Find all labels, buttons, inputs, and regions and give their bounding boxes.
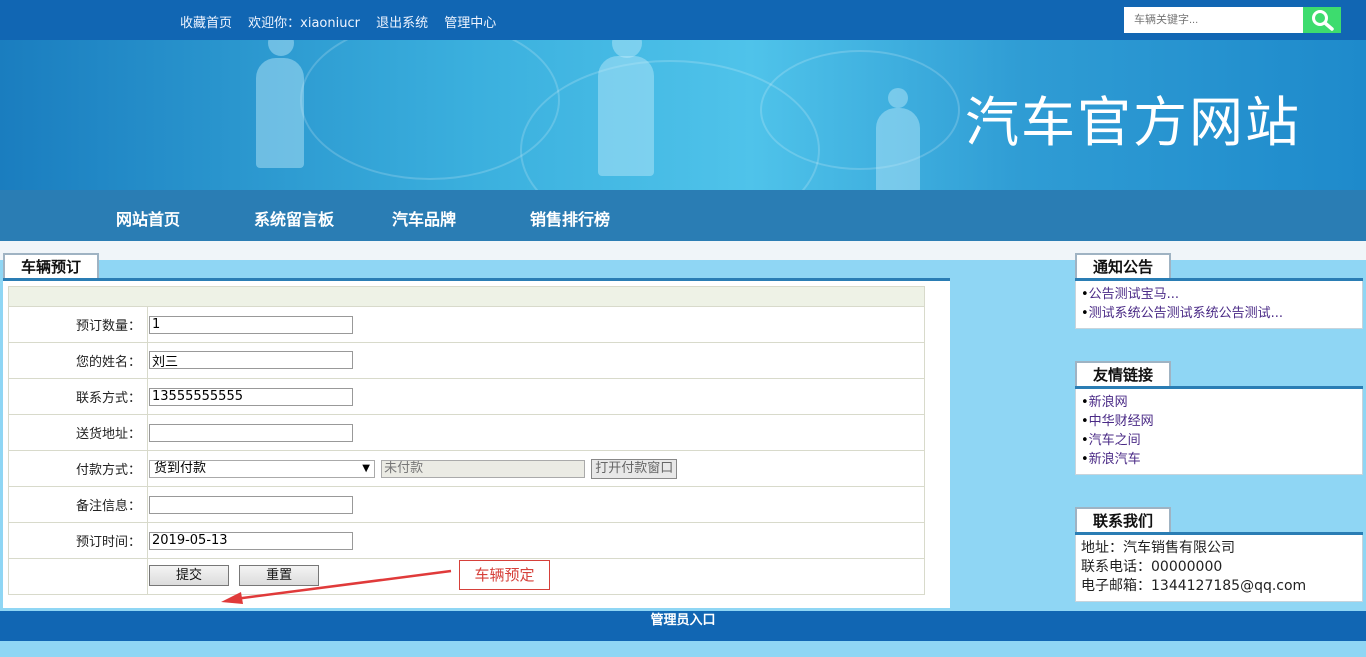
contact-address: 地址：汽车销售有限公司 [1081,540,1235,556]
contact-info: 地址：汽车销售有限公司 联系电话：00000000 电子邮箱：134412718… [1075,535,1363,602]
list-item: •公告测试宝马... [1081,287,1180,302]
nav-item-brands[interactable]: 汽车品牌 [392,206,456,230]
welcome-user-text: 欢迎你：xiaoniucr [248,16,360,31]
panel-title-underline [3,278,950,281]
nav-item-guestbook[interactable]: 系统留言板 [254,206,334,230]
bookmark-link[interactable]: 收藏首页 [180,16,232,31]
contact-email: 电子邮箱：1344127185@qq.com [1081,578,1307,594]
form-row-address: 送货地址： [8,414,925,451]
list-item: •测试系统公告测试系统公告测试... [1081,306,1284,321]
address-label: 送货地址： [8,414,148,451]
form-header-row [8,286,925,307]
contact-phone: 联系电话：00000000 [1081,559,1223,575]
friend-links-list: •新浪网 •中华财经网 •汽车之间 •新浪汽车 [1075,389,1363,475]
quantity-input[interactable] [149,315,353,334]
contact-label: 联系方式： [8,378,148,415]
banner-figure [268,40,294,56]
banner: 汽车官方网站 [0,40,1366,190]
banner-figure [598,56,654,176]
open-payment-window-button[interactable]: 打开付款窗口 [591,458,678,479]
friend-link[interactable]: 新浪网 [1089,395,1128,410]
payment-label: 付款方式： [8,450,148,487]
actions-empty-cell [8,558,148,595]
search-icon [1312,10,1334,31]
list-item: •新浪汽车 [1081,452,1141,467]
nav-item-sales-ranking[interactable]: 销售排行榜 [530,206,610,230]
remark-input[interactable] [149,495,353,514]
form-row-time: 预订时间： [8,522,925,559]
order-form: 预订数量： 您的姓名： 联系方式： 送货地址： 付款方式： 货到付款 ▼ 未付款… [8,286,925,595]
annotation-arrow-icon [221,569,452,604]
footer: 管理员入口 [0,611,1366,641]
banner-figure [888,88,908,108]
contact-input[interactable] [149,387,353,406]
list-item: •新浪网 [1081,395,1128,410]
logout-link[interactable]: 退出系统 [376,16,428,31]
payment-method-select[interactable]: 货到付款 ▼ [149,459,375,478]
admin-entry-link[interactable]: 管理员入口 [650,613,715,628]
friend-links-title: 友情链接 [1075,361,1171,388]
notice-list: •公告测试宝马... •测试系统公告测试系统公告测试... [1075,281,1363,329]
payment-status-field: 未付款 [381,459,586,478]
form-row-remark: 备注信息： [8,486,925,523]
form-row-name: 您的姓名： [8,342,925,379]
remark-label: 备注信息： [8,486,148,523]
list-item: •中华财经网 [1081,414,1154,429]
order-time-input[interactable] [149,531,353,550]
site-title: 汽车官方网站 [965,91,1301,154]
quantity-label: 预订数量： [8,306,148,343]
friend-link[interactable]: 中华财经网 [1089,414,1154,429]
contact-title: 联系我们 [1075,507,1171,534]
address-input[interactable] [149,423,353,442]
search-input[interactable] [1124,7,1304,33]
notice-link[interactable]: 测试系统公告测试系统公告测试... [1089,306,1283,321]
banner-decoration [760,50,960,170]
payment-method-value: 货到付款 [154,460,207,476]
friend-link[interactable]: 汽车之间 [1089,433,1141,448]
banner-figure [876,108,920,190]
main-nav: 网站首页 系统留言板 汽车品牌 销售排行榜 [0,190,1366,241]
search-button[interactable] [1303,7,1341,33]
banner-figure [256,58,304,168]
form-row-payment: 付款方式： 货到付款 ▼ 未付款 打开付款窗口 [8,450,925,487]
dropdown-arrow-icon: ▼ [362,462,370,474]
top-bar: 收藏首页 欢迎你：xiaoniucr 退出系统 管理中心 [0,0,1366,40]
top-links: 收藏首页 欢迎你：xiaoniucr 退出系统 管理中心 [180,12,508,31]
annotation-label: 车辆预定 [459,560,550,590]
name-input[interactable] [149,351,353,370]
name-label: 您的姓名： [8,342,148,379]
notice-link[interactable]: 公告测试宝马... [1089,287,1179,302]
order-panel-title: 车辆预订 [3,253,99,280]
time-label: 预订时间： [8,522,148,559]
list-item: •汽车之间 [1081,433,1141,448]
nav-item-home[interactable]: 网站首页 [116,206,180,230]
form-row-contact: 联系方式： [8,378,925,415]
notice-title: 通知公告 [1075,253,1171,280]
friend-link[interactable]: 新浪汽车 [1089,452,1141,467]
admin-center-link[interactable]: 管理中心 [444,16,496,31]
form-row-quantity: 预订数量： [8,306,925,343]
